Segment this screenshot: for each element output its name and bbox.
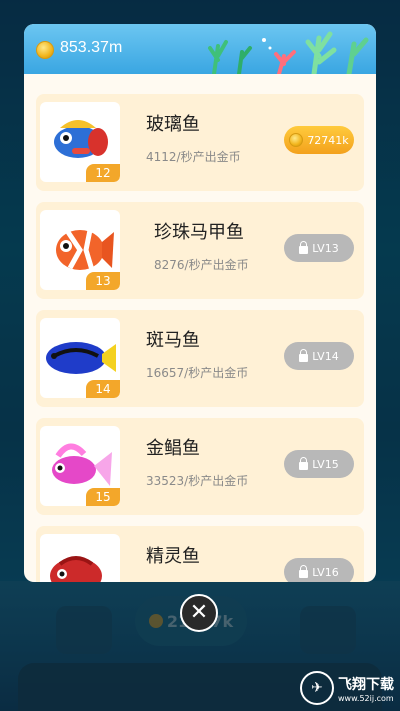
fish-thumbnail: 12 [40, 102, 120, 182]
fish-thumbnail: 14 [40, 318, 120, 398]
coral-decoration-icon [208, 31, 369, 74]
level-badge: 13 [86, 272, 120, 290]
fish-rate: 33523/秒产出金币 [146, 474, 249, 488]
lock-icon [299, 456, 309, 470]
coin-icon [289, 133, 304, 147]
fish-thumbnail: 16 [40, 534, 120, 582]
fish-list[interactable]: 12 玻璃鱼 4112/秒产出金币 72741k 13 珍珠马甲鱼 8276/秒… [24, 74, 376, 582]
close-icon: ✕ [189, 600, 209, 625]
fish-name: 斑马鱼 [146, 330, 200, 351]
list-item: 13 珍珠马甲鱼 8276/秒产出金币 LV13 [36, 202, 364, 299]
list-item: 16 精灵鱼 LV16 [36, 526, 364, 582]
level-badge: 14 [86, 380, 120, 398]
fish-name: 玻璃鱼 [146, 114, 200, 135]
locked-button[interactable]: LV14 [284, 342, 354, 370]
fish-name: 金鲳鱼 [146, 438, 200, 459]
locked-button[interactable]: LV13 [284, 234, 354, 262]
lock-icon [299, 348, 309, 362]
list-item: 15 金鲳鱼 33523/秒产出金币 LV15 [36, 418, 364, 515]
dialog-header: 853.37m [24, 24, 376, 74]
close-button[interactable]: ✕ [180, 594, 218, 632]
elf-fish-icon [50, 556, 102, 582]
list-item: 12 玻璃鱼 4112/秒产出金币 72741k [36, 94, 364, 191]
list-item: 14 斑马鱼 16657/秒产出金币 LV14 [36, 310, 364, 407]
lock-icon [299, 564, 309, 578]
fish-name: 珍珠马甲鱼 [154, 222, 244, 243]
locked-button[interactable]: LV16 [284, 558, 354, 582]
locked-button[interactable]: LV15 [284, 450, 354, 478]
level-badge: 12 [86, 164, 120, 182]
fish-thumbnail: 15 [40, 426, 120, 506]
fish-rate: 4112/秒产出金币 [146, 150, 241, 164]
fish-thumbnail: 13 [40, 210, 120, 290]
fish-rate: 16657/秒产出金币 [146, 366, 249, 380]
level-badge: 15 [86, 488, 120, 506]
fish-shop-dialog: 853.37m 12 玻璃鱼 4112/秒产出金币 72741k 13 珍珠马甲… [24, 24, 376, 582]
fish-rate: 8276/秒产出金币 [154, 258, 249, 272]
total-coins: 853.37m [60, 39, 123, 56]
watermark: ✈ 飞翔下载 www.52ij.com [300, 671, 394, 705]
buy-button[interactable]: 72741k [284, 126, 354, 154]
fish-name: 精灵鱼 [146, 546, 200, 567]
watermark-logo-icon: ✈ [300, 671, 334, 705]
coin-icon [36, 41, 54, 59]
lock-icon [299, 240, 309, 254]
